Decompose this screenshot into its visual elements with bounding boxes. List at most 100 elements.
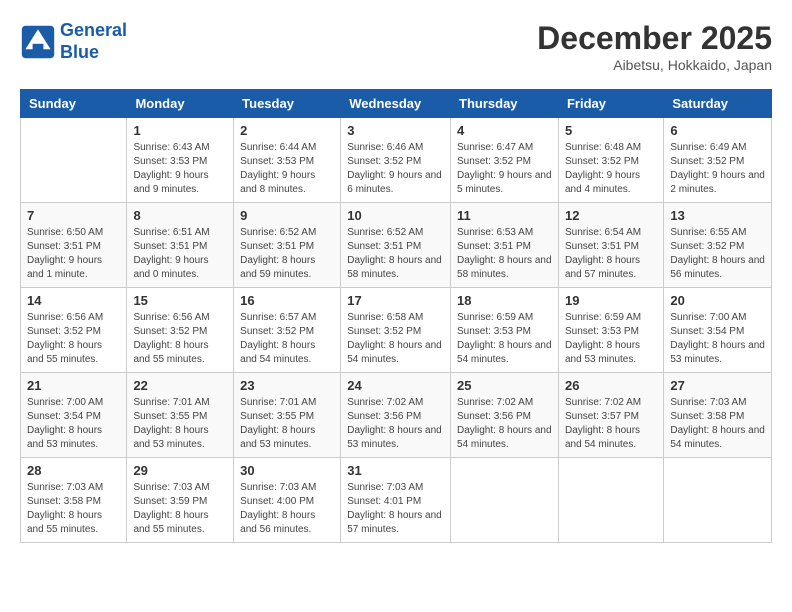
calendar-cell: 30 Sunrise: 7:03 AMSunset: 4:00 PMDayligh… [234, 458, 341, 543]
calendar-cell: 14Sunrise: 6:56 AMSunset: 3:52 PMDayligh… [21, 288, 127, 373]
week-row-3: 14Sunrise: 6:56 AMSunset: 3:52 PMDayligh… [21, 288, 772, 373]
calendar-cell: 15 Sunrise: 6:56 AMSunset: 3:52 PMDayligh… [127, 288, 234, 373]
day-info: Sunrise: 7:00 AMSunset: 3:54 PMDaylight:… [670, 311, 765, 367]
day-number: 21 [27, 378, 120, 393]
calendar-cell: 1Sunrise: 6:43 AMSunset: 3:53 PMDaylight… [127, 118, 234, 203]
day-info: Sunrise: 6:54 AMSunset: 3:51 PMDaylight:… [565, 226, 657, 282]
day-number: 31 [347, 463, 444, 478]
day-info: Sunrise: 6:51 AMSunset: 3:51 PMDaylight:… [133, 226, 227, 282]
calendar-cell [664, 458, 772, 543]
calendar-cell: 5 Sunrise: 6:48 AMSunset: 3:52 PMDaylight… [558, 118, 663, 203]
day-number: 29 [133, 463, 227, 478]
weekday-header-tuesday: Tuesday [234, 90, 341, 118]
day-info: Sunrise: 6:48 AMSunset: 3:52 PMDaylight:… [565, 141, 657, 197]
day-number: 12 [565, 208, 657, 223]
day-info: Sunrise: 7:03 AMSunset: 4:00 PMDaylight:… [240, 481, 334, 537]
calendar-cell: 2 Sunrise: 6:44 AMSunset: 3:53 PMDaylight… [234, 118, 341, 203]
day-info: Sunrise: 7:01 AMSunset: 3:55 PMDaylight:… [240, 396, 334, 452]
day-info: Sunrise: 6:50 AMSunset: 3:51 PMDaylight:… [27, 226, 120, 282]
day-info: Sunrise: 6:46 AMSunset: 3:52 PMDaylight:… [347, 141, 444, 197]
week-row-4: 21Sunrise: 7:00 AMSunset: 3:54 PMDayligh… [21, 373, 772, 458]
day-number: 16 [240, 293, 334, 308]
day-info: Sunrise: 6:53 AMSunset: 3:51 PMDaylight:… [457, 226, 552, 282]
day-number: 11 [457, 208, 552, 223]
day-number: 18 [457, 293, 552, 308]
logo: General Blue [20, 20, 127, 63]
week-row-1: 1Sunrise: 6:43 AMSunset: 3:53 PMDaylight… [21, 118, 772, 203]
calendar-cell: 25 Sunrise: 7:02 AMSunset: 3:56 PMDayligh… [451, 373, 559, 458]
day-number: 24 [347, 378, 444, 393]
day-number: 3 [347, 123, 444, 138]
calendar-cell [558, 458, 663, 543]
day-number: 6 [670, 123, 765, 138]
calendar-cell: 17Sunrise: 6:58 AMSunset: 3:52 PMDayligh… [341, 288, 451, 373]
logo-line2: Blue [60, 42, 99, 62]
weekday-header-friday: Friday [558, 90, 663, 118]
day-info: Sunrise: 7:02 AMSunset: 3:57 PMDaylight:… [565, 396, 657, 452]
day-number: 17 [347, 293, 444, 308]
title-block: December 2025 Aibetsu, Hokkaido, Japan [537, 20, 772, 73]
calendar-cell: 16 Sunrise: 6:57 AMSunset: 3:52 PMDayligh… [234, 288, 341, 373]
day-info: Sunrise: 6:55 AMSunset: 3:52 PMDaylight:… [670, 226, 765, 282]
day-number: 30 [240, 463, 334, 478]
day-number: 13 [670, 208, 765, 223]
calendar-cell: 13 Sunrise: 6:55 AMSunset: 3:52 PMDayligh… [664, 203, 772, 288]
day-number: 10 [347, 208, 444, 223]
day-info: Sunrise: 6:52 AMSunset: 3:51 PMDaylight:… [347, 226, 444, 282]
day-number: 15 [133, 293, 227, 308]
calendar-cell [451, 458, 559, 543]
day-info: Sunrise: 6:56 AMSunset: 3:52 PMDaylight:… [27, 311, 120, 367]
day-number: 20 [670, 293, 765, 308]
weekday-header-row: SundayMondayTuesdayWednesdayThursdayFrid… [21, 90, 772, 118]
logo-line1: General [60, 20, 127, 40]
calendar-cell: 24Sunrise: 7:02 AMSunset: 3:56 PMDayligh… [341, 373, 451, 458]
day-number: 9 [240, 208, 334, 223]
calendar-cell: 28Sunrise: 7:03 AMSunset: 3:58 PMDayligh… [21, 458, 127, 543]
day-number: 8 [133, 208, 227, 223]
calendar-table: SundayMondayTuesdayWednesdayThursdayFrid… [20, 89, 772, 543]
weekday-header-sunday: Sunday [21, 90, 127, 118]
day-info: Sunrise: 7:03 AMSunset: 3:59 PMDaylight:… [133, 481, 227, 537]
day-number: 4 [457, 123, 552, 138]
day-info: Sunrise: 6:52 AMSunset: 3:51 PMDaylight:… [240, 226, 334, 282]
weekday-header-wednesday: Wednesday [341, 90, 451, 118]
calendar-cell: 21Sunrise: 7:00 AMSunset: 3:54 PMDayligh… [21, 373, 127, 458]
day-info: Sunrise: 6:44 AMSunset: 3:53 PMDaylight:… [240, 141, 334, 197]
calendar-cell: 27Sunrise: 7:03 AMSunset: 3:58 PMDayligh… [664, 373, 772, 458]
calendar-cell: 8 Sunrise: 6:51 AMSunset: 3:51 PMDaylight… [127, 203, 234, 288]
day-info: Sunrise: 6:59 AMSunset: 3:53 PMDaylight:… [457, 311, 552, 367]
day-info: Sunrise: 6:47 AMSunset: 3:52 PMDaylight:… [457, 141, 552, 197]
day-number: 25 [457, 378, 552, 393]
day-number: 5 [565, 123, 657, 138]
day-info: Sunrise: 6:56 AMSunset: 3:52 PMDaylight:… [133, 311, 227, 367]
day-info: Sunrise: 6:59 AMSunset: 3:53 PMDaylight:… [565, 311, 657, 367]
day-info: Sunrise: 7:03 AMSunset: 3:58 PMDaylight:… [670, 396, 765, 452]
day-info: Sunrise: 7:03 AMSunset: 4:01 PMDaylight:… [347, 481, 444, 537]
day-number: 19 [565, 293, 657, 308]
day-number: 2 [240, 123, 334, 138]
calendar-cell [21, 118, 127, 203]
calendar-cell: 26 Sunrise: 7:02 AMSunset: 3:57 PMDayligh… [558, 373, 663, 458]
calendar-cell: 11 Sunrise: 6:53 AMSunset: 3:51 PMDayligh… [451, 203, 559, 288]
logo-text: General Blue [60, 20, 127, 63]
calendar-cell: 7Sunrise: 6:50 AMSunset: 3:51 PMDaylight… [21, 203, 127, 288]
day-number: 22 [133, 378, 227, 393]
calendar-cell: 23 Sunrise: 7:01 AMSunset: 3:55 PMDayligh… [234, 373, 341, 458]
weekday-header-saturday: Saturday [664, 90, 772, 118]
calendar-cell: 19 Sunrise: 6:59 AMSunset: 3:53 PMDayligh… [558, 288, 663, 373]
day-number: 23 [240, 378, 334, 393]
day-info: Sunrise: 7:02 AMSunset: 3:56 PMDaylight:… [457, 396, 552, 452]
day-number: 26 [565, 378, 657, 393]
calendar-cell: 20 Sunrise: 7:00 AMSunset: 3:54 PMDayligh… [664, 288, 772, 373]
location-subtitle: Aibetsu, Hokkaido, Japan [537, 57, 772, 73]
calendar-cell: 6 Sunrise: 6:49 AMSunset: 3:52 PMDaylight… [664, 118, 772, 203]
calendar-cell: 18 Sunrise: 6:59 AMSunset: 3:53 PMDayligh… [451, 288, 559, 373]
page-header: General Blue December 2025 Aibetsu, Hokk… [20, 20, 772, 73]
day-info: Sunrise: 6:49 AMSunset: 3:52 PMDaylight:… [670, 141, 765, 197]
month-title: December 2025 [537, 20, 772, 57]
logo-icon [20, 24, 56, 60]
day-number: 28 [27, 463, 120, 478]
calendar-cell: 22Sunrise: 7:01 AMSunset: 3:55 PMDayligh… [127, 373, 234, 458]
week-row-5: 28Sunrise: 7:03 AMSunset: 3:58 PMDayligh… [21, 458, 772, 543]
day-info: Sunrise: 6:57 AMSunset: 3:52 PMDaylight:… [240, 311, 334, 367]
